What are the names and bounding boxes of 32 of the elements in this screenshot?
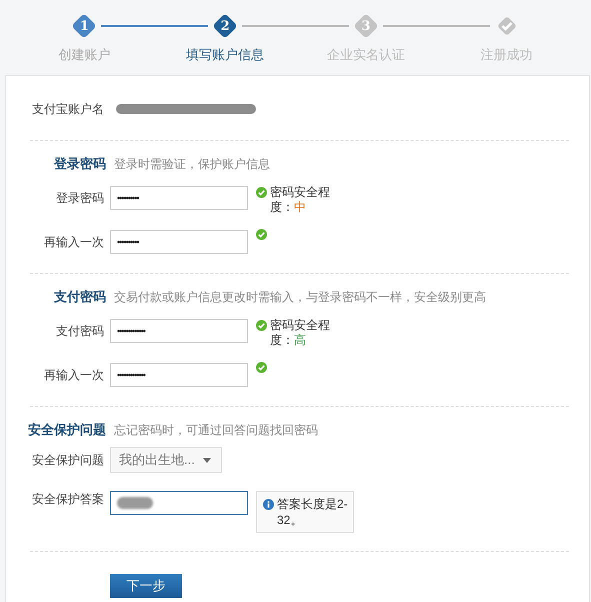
section-title: 登录密码 xyxy=(54,156,106,171)
answer-field[interactable] xyxy=(110,491,248,515)
section-hint: 登录时需验证，保护账户信息 xyxy=(114,156,270,173)
step-number: 2 xyxy=(213,14,238,38)
field-label: 再输入一次 xyxy=(43,366,105,384)
question-dropdown[interactable]: 我的出生地... xyxy=(110,447,222,473)
field-label: 登录密码 xyxy=(55,190,105,206)
field-label: 安全保护答案 xyxy=(31,491,105,508)
step-label: 企业实名认证 xyxy=(326,46,405,64)
password-field[interactable]: •••••••••• xyxy=(110,230,248,254)
step-label: 创建账户 xyxy=(58,46,110,64)
info-icon xyxy=(263,499,274,510)
caret-icon xyxy=(202,458,211,462)
field-label: 支付宝账户名 xyxy=(31,100,105,118)
strength-text: 密码安全程度：高 xyxy=(270,318,331,348)
section-hint: 交易付款或账户信息更改时需输入，与登录密码不一样，安全级别更高 xyxy=(114,289,486,306)
section-hint: 忘记密码时，可通过回答问题找回密码 xyxy=(114,422,318,439)
password-field[interactable]: •••••••••• xyxy=(110,186,248,210)
tip-text: 答案长度是2-32。 xyxy=(277,496,349,528)
step-label: 填写账户信息 xyxy=(186,46,264,64)
step-number: 1 xyxy=(72,14,96,38)
field-label: 再输入一次 xyxy=(43,234,105,250)
strength-text: 密码安全程度：中 xyxy=(270,185,331,215)
field-label: 支付密码 xyxy=(55,322,105,340)
next-button[interactable]: 下一步 xyxy=(110,574,182,598)
section-title: 支付密码 xyxy=(54,289,106,304)
step-label: 注册成功 xyxy=(480,46,533,64)
section-title: 安全保护问题 xyxy=(28,422,106,437)
step-number: 3 xyxy=(354,14,378,38)
password-field[interactable]: ••••••••••••• xyxy=(110,363,248,387)
field-label: 安全保护问题 xyxy=(31,452,105,468)
password-field[interactable]: ••••••••••••• xyxy=(110,319,248,343)
